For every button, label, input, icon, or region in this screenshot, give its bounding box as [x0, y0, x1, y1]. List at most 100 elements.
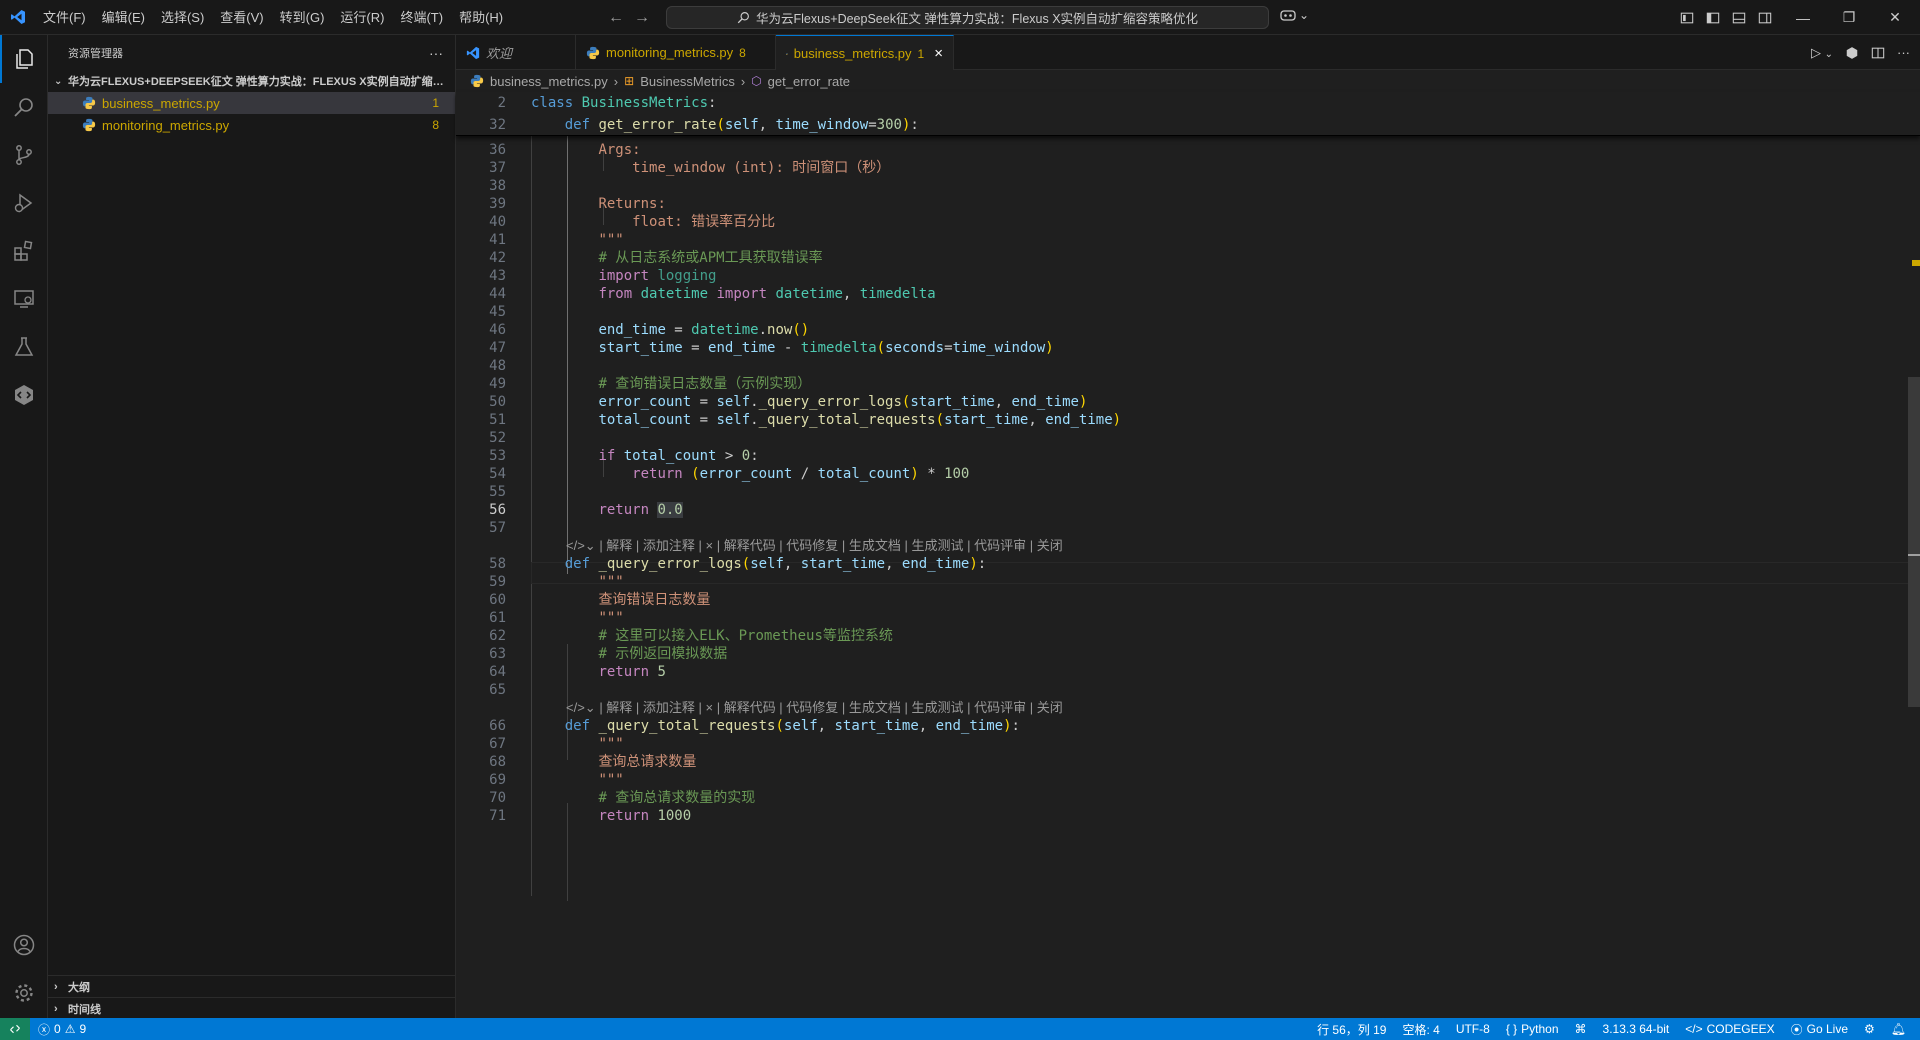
settings-gear-icon[interactable] [0, 969, 48, 1017]
explorer-icon[interactable] [0, 35, 48, 83]
split-editor-icon[interactable] [1871, 46, 1885, 60]
cursor-marker [1908, 554, 1920, 556]
problem-count-badge: 8 [432, 118, 439, 132]
indentation[interactable]: 空格: 4 [1394, 1021, 1447, 1038]
vscode-logo-icon [466, 46, 480, 59]
close-tab-icon[interactable]: × [934, 45, 943, 62]
python-interpreter[interactable]: 3.13.3 64-bit [1595, 1022, 1678, 1036]
timeline-title: 时间线 [68, 1003, 101, 1016]
tab-label: 欢迎 [486, 46, 513, 61]
tab-monitoring-metrics[interactable]: monitoring_metrics.py 8 [576, 35, 776, 70]
chevron-down-icon: ⌄ [1299, 8, 1310, 22]
codelens-actions[interactable]: | 解释 | 添加注释 | × | 解释代码 | 代码修复 | 生成文档 | 生… [599, 700, 1062, 715]
code-icon: </>⌄ [566, 538, 600, 553]
file-name: business_metrics.py [102, 95, 220, 111]
code-line[interactable]: def get_error_rate(self, time_window=300… [531, 114, 919, 136]
file-item-monitoring-metrics[interactable]: monitoring_metrics.py 8 [48, 114, 455, 136]
title-bar: 文件(F) 编辑(E) 选择(S) 查看(V) 转到(G) 运行(R) 终端(T… [0, 0, 1920, 35]
code-icon: </>⌄ [566, 700, 600, 715]
codelens-actions[interactable]: | 解释 | 添加注释 | × | 解释代码 | 代码修复 | 生成文档 | 生… [599, 538, 1062, 553]
cursor-position[interactable]: 行 56，列 19 [1309, 1021, 1394, 1038]
line-number: 2 [497, 95, 506, 111]
navigation-arrows: ← → [608, 0, 650, 35]
class-symbol-icon: ⊞ [624, 74, 635, 88]
problem-count-badge: 1 [432, 96, 439, 110]
notifications-bell-icon[interactable]: 🔔︎ [1883, 1022, 1914, 1036]
testing-icon[interactable] [0, 323, 48, 371]
menu-file[interactable]: 文件(F) [35, 0, 94, 35]
search-icon [737, 12, 749, 24]
search-icon[interactable] [0, 83, 48, 131]
breadcrumb-file[interactable]: business_metrics.py [490, 74, 608, 89]
layout-controls [1680, 0, 1772, 35]
accounts-icon[interactable] [0, 921, 48, 969]
chevron-down-icon: ⌄ [54, 75, 63, 87]
tab-problem-badge: 8 [739, 45, 746, 60]
extension-status-icon[interactable]: ⚙ [1856, 1022, 1883, 1036]
extensions-icon[interactable] [0, 227, 48, 275]
menu-edit[interactable]: 编辑(E) [94, 0, 153, 35]
line-number: 65 [489, 682, 506, 698]
tab-business-metrics[interactable]: business_metrics.py 1 × [776, 35, 954, 71]
tab-problem-badge: 1 [917, 46, 925, 61]
codegeex-icon[interactable] [0, 371, 48, 419]
remote-explorer-icon[interactable] [0, 275, 48, 323]
back-arrow-icon[interactable]: ← [608, 9, 624, 27]
toggle-secondary-sidebar-icon[interactable] [1758, 11, 1772, 25]
copilot-status-icon[interactable]: ⌘ [1567, 1022, 1595, 1036]
outline-section[interactable]: › 大纲 [48, 975, 456, 997]
python-file-icon [586, 46, 600, 59]
breadcrumb-class[interactable]: BusinessMetrics [640, 74, 735, 89]
menu-help[interactable]: 帮助(H) [451, 0, 511, 35]
menu-bar: 文件(F) 编辑(E) 选择(S) 查看(V) 转到(G) 运行(R) 终端(T… [35, 0, 511, 35]
close-window-icon[interactable]: ✕ [1872, 0, 1918, 35]
more-actions-icon[interactable]: ··· [429, 45, 443, 61]
code-editor[interactable]: 2 class BusinessMetrics: 32 def get_error… [456, 92, 1920, 1018]
run-python-icon[interactable]: ▷ ⌄ [1811, 45, 1833, 61]
timeline-section[interactable]: › 时间线 [48, 997, 456, 1019]
explorer-sidebar: 资源管理器 ··· ⌄ 华为云FLEXUS+DEEPSEEK征文 弹性算力实战：… [48, 35, 456, 1018]
language-mode[interactable]: { } Python [1498, 1022, 1567, 1036]
restore-icon[interactable]: ❐ [1826, 0, 1872, 35]
menu-run[interactable]: 运行(R) [332, 0, 392, 35]
source-control-icon[interactable] [0, 131, 48, 179]
encoding[interactable]: UTF-8 [1448, 1022, 1498, 1036]
codegeex-status[interactable]: </> CODEGEEX [1677, 1022, 1782, 1036]
braces-icon: { } [1505, 1022, 1518, 1036]
command-center-search[interactable]: 华为云Flexus+DeepSeek征文 弹性算力实战：Flexus X实例自动… [666, 6, 1269, 29]
copilot-icon [1280, 10, 1296, 21]
customize-layout-icon[interactable] [1680, 11, 1694, 25]
codegeex-action-icon[interactable] [1845, 46, 1859, 60]
scrollbar-thumb[interactable] [1908, 377, 1920, 707]
remote-indicator-icon[interactable] [0, 1018, 30, 1040]
copilot-button[interactable]: ⌄ [1280, 8, 1309, 22]
minimize-icon[interactable]: — [1780, 0, 1826, 35]
folder-name: 华为云FLEXUS+DEEPSEEK征文 弹性算力实战：FLEXUS X实例自动… [68, 76, 448, 88]
code-line[interactable]: return 1000 [531, 805, 691, 827]
forward-arrow-icon[interactable]: → [634, 9, 650, 27]
more-actions-icon[interactable]: ··· [1897, 45, 1910, 60]
menu-view[interactable]: 查看(V) [212, 0, 271, 35]
menu-go[interactable]: 转到(G) [272, 0, 333, 35]
problems-indicator[interactable]: ⓧ 0 ⚠ 9 [30, 1021, 94, 1038]
run-debug-icon[interactable] [0, 179, 48, 227]
menu-selection[interactable]: 选择(S) [153, 0, 212, 35]
editor-scrollbar[interactable] [1906, 92, 1920, 1018]
menu-terminal[interactable]: 终端(T) [392, 0, 451, 35]
activity-bar [0, 35, 48, 1018]
tab-welcome[interactable]: 欢迎 [456, 35, 576, 70]
line-number: 32 [489, 117, 506, 133]
editor-actions: ▷ ⌄ ··· [1811, 35, 1910, 70]
editor-tabs: 欢迎 monitoring_metrics.py 8 business_metr… [456, 35, 1920, 71]
sidebar-title: 资源管理器 [68, 47, 123, 60]
workspace-folder[interactable]: ⌄ 华为云FLEXUS+DEEPSEEK征文 弹性算力实战：FLEXUS X实例… [48, 70, 455, 92]
breadcrumb-method[interactable]: get_error_rate [768, 74, 850, 89]
go-live-button[interactable]: ⦿ Go Live [1783, 1021, 1856, 1038]
code-line[interactable]: class BusinessMetrics: [531, 92, 716, 114]
tab-label: monitoring_metrics.py [606, 45, 734, 60]
file-item-business-metrics[interactable]: business_metrics.py 1 [48, 92, 455, 114]
file-name: monitoring_metrics.py [102, 117, 230, 133]
toggle-primary-sidebar-icon[interactable] [1706, 11, 1720, 25]
python-file-icon [82, 96, 96, 110]
toggle-panel-icon[interactable] [1732, 11, 1746, 25]
